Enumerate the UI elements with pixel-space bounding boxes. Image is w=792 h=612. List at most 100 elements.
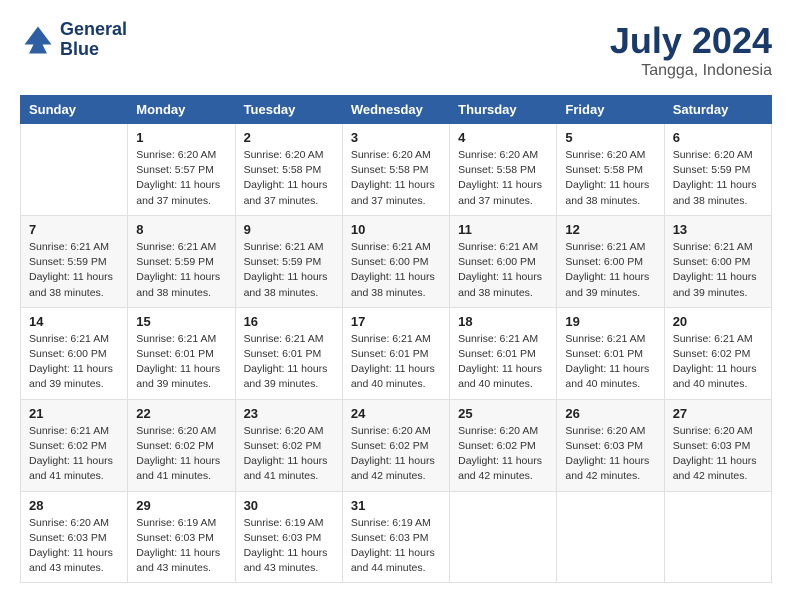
- day-number: 13: [673, 222, 763, 237]
- logo-line2: Blue: [60, 40, 127, 60]
- calendar-cell: 9Sunrise: 6:21 AM Sunset: 5:59 PM Daylig…: [235, 215, 342, 307]
- calendar-cell: 24Sunrise: 6:20 AM Sunset: 6:02 PM Dayli…: [342, 399, 449, 491]
- day-number: 18: [458, 314, 548, 329]
- calendar-cell: 3Sunrise: 6:20 AM Sunset: 5:58 PM Daylig…: [342, 124, 449, 216]
- day-info: Sunrise: 6:21 AM Sunset: 6:00 PM Dayligh…: [673, 240, 763, 301]
- calendar-cell: 14 Sunrise: 6:21 AM Sunset: 6:00 PM Dayli…: [21, 307, 128, 399]
- day-info: Sunrise: 6:21 AM Sunset: 6:01 PM Dayligh…: [565, 332, 655, 393]
- week-row-1: 1 Sunrise: 6:20 AM Sunset: 5:57 PM Daylig…: [21, 124, 772, 216]
- day-info: Sunrise: 6:20 AM Sunset: 5:58 PM Dayligh…: [244, 148, 334, 209]
- calendar-header: SundayMondayTuesdayWednesdayThursdayFrid…: [21, 96, 772, 124]
- day-number: 25: [458, 406, 548, 421]
- week-row-3: 14 Sunrise: 6:21 AM Sunset: 6:00 PM Dayli…: [21, 307, 772, 399]
- day-number: 24: [351, 406, 441, 421]
- header-day-tuesday: Tuesday: [235, 96, 342, 124]
- day-info: Sunrise: 6:19 AM Sunset: 6:03 PM Dayligh…: [136, 516, 226, 577]
- day-info: Sunrise: 6:21 AM Sunset: 5:59 PM Dayligh…: [244, 240, 334, 301]
- day-info: Sunrise: 6:19 AM Sunset: 6:03 PM Dayligh…: [351, 516, 441, 577]
- calendar-cell: 6 Sunrise: 6:20 AM Sunset: 5:59 PM Daylig…: [664, 124, 771, 216]
- header-day-sunday: Sunday: [21, 96, 128, 124]
- calendar-cell: 30 Sunrise: 6:19 AM Sunset: 6:03 PM Dayli…: [235, 491, 342, 583]
- header-day-friday: Friday: [557, 96, 664, 124]
- calendar-cell: 11 Sunrise: 6:21 AM Sunset: 6:00 PM Dayli…: [450, 215, 557, 307]
- calendar-cell: 7 Sunrise: 6:21 AM Sunset: 5:59 PM Daylig…: [21, 215, 128, 307]
- calendar-cell: 4Sunrise: 6:20 AM Sunset: 5:58 PM Daylig…: [450, 124, 557, 216]
- week-row-4: 21 Sunrise: 6:21 AM Sunset: 6:02 PM Dayli…: [21, 399, 772, 491]
- day-info: Sunrise: 6:20 AM Sunset: 5:59 PM Dayligh…: [673, 148, 763, 209]
- day-info: Sunrise: 6:21 AM Sunset: 5:59 PM Dayligh…: [136, 240, 226, 301]
- calendar-cell: [450, 491, 557, 583]
- day-info: Sunrise: 6:20 AM Sunset: 6:03 PM Dayligh…: [565, 424, 655, 485]
- calendar-cell: 27 Sunrise: 6:20 AM Sunset: 6:03 PM Dayli…: [664, 399, 771, 491]
- day-number: 27: [673, 406, 763, 421]
- day-number: 26: [565, 406, 655, 421]
- day-number: 29: [136, 498, 226, 513]
- day-number: 15: [136, 314, 226, 329]
- calendar-cell: 12 Sunrise: 6:21 AM Sunset: 6:00 PM Dayli…: [557, 215, 664, 307]
- week-row-5: 28Sunrise: 6:20 AM Sunset: 6:03 PM Dayli…: [21, 491, 772, 583]
- day-number: 17: [351, 314, 441, 329]
- logo: General Blue: [20, 20, 127, 60]
- day-number: 7: [29, 222, 119, 237]
- week-row-2: 7 Sunrise: 6:21 AM Sunset: 5:59 PM Daylig…: [21, 215, 772, 307]
- calendar-cell: 10Sunrise: 6:21 AM Sunset: 6:00 PM Dayli…: [342, 215, 449, 307]
- day-number: 14: [29, 314, 119, 329]
- day-number: 16: [244, 314, 334, 329]
- logo-text: General Blue: [60, 20, 127, 60]
- day-info: Sunrise: 6:20 AM Sunset: 6:02 PM Dayligh…: [136, 424, 226, 485]
- day-info: Sunrise: 6:21 AM Sunset: 6:02 PM Dayligh…: [673, 332, 763, 393]
- day-info: Sunrise: 6:21 AM Sunset: 6:00 PM Dayligh…: [29, 332, 119, 393]
- day-number: 1: [136, 130, 226, 145]
- day-info: Sunrise: 6:21 AM Sunset: 6:01 PM Dayligh…: [458, 332, 548, 393]
- day-number: 12: [565, 222, 655, 237]
- day-info: Sunrise: 6:20 AM Sunset: 5:58 PM Dayligh…: [565, 148, 655, 209]
- calendar-cell: 2 Sunrise: 6:20 AM Sunset: 5:58 PM Daylig…: [235, 124, 342, 216]
- logo-line1: General: [60, 20, 127, 40]
- day-number: 31: [351, 498, 441, 513]
- header-day-monday: Monday: [128, 96, 235, 124]
- calendar-cell: 17Sunrise: 6:21 AM Sunset: 6:01 PM Dayli…: [342, 307, 449, 399]
- calendar-cell: [664, 491, 771, 583]
- day-number: 8: [136, 222, 226, 237]
- logo-icon: [20, 22, 56, 58]
- day-info: Sunrise: 6:21 AM Sunset: 6:01 PM Dayligh…: [244, 332, 334, 393]
- calendar-cell: 5 Sunrise: 6:20 AM Sunset: 5:58 PM Daylig…: [557, 124, 664, 216]
- day-info: Sunrise: 6:21 AM Sunset: 6:00 PM Dayligh…: [458, 240, 548, 301]
- day-number: 2: [244, 130, 334, 145]
- calendar-cell: 26 Sunrise: 6:20 AM Sunset: 6:03 PM Dayli…: [557, 399, 664, 491]
- header-row: SundayMondayTuesdayWednesdayThursdayFrid…: [21, 96, 772, 124]
- calendar-body: 1 Sunrise: 6:20 AM Sunset: 5:57 PM Daylig…: [21, 124, 772, 583]
- month-title: July 2024: [610, 20, 772, 62]
- calendar-cell: [21, 124, 128, 216]
- day-number: 23: [244, 406, 334, 421]
- day-info: Sunrise: 6:20 AM Sunset: 6:02 PM Dayligh…: [458, 424, 548, 485]
- page-header: General Blue July 2024 Tangga, Indonesia: [20, 20, 772, 80]
- day-number: 6: [673, 130, 763, 145]
- day-info: Sunrise: 6:21 AM Sunset: 6:00 PM Dayligh…: [565, 240, 655, 301]
- day-number: 3: [351, 130, 441, 145]
- calendar-cell: 8 Sunrise: 6:21 AM Sunset: 5:59 PM Daylig…: [128, 215, 235, 307]
- day-info: Sunrise: 6:20 AM Sunset: 6:02 PM Dayligh…: [244, 424, 334, 485]
- calendar-cell: 28Sunrise: 6:20 AM Sunset: 6:03 PM Dayli…: [21, 491, 128, 583]
- calendar-cell: 23 Sunrise: 6:20 AM Sunset: 6:02 PM Dayli…: [235, 399, 342, 491]
- day-info: Sunrise: 6:21 AM Sunset: 5:59 PM Dayligh…: [29, 240, 119, 301]
- day-number: 5: [565, 130, 655, 145]
- day-info: Sunrise: 6:21 AM Sunset: 6:02 PM Dayligh…: [29, 424, 119, 485]
- calendar-cell: [557, 491, 664, 583]
- calendar-cell: 13 Sunrise: 6:21 AM Sunset: 6:00 PM Dayli…: [664, 215, 771, 307]
- header-day-saturday: Saturday: [664, 96, 771, 124]
- day-number: 28: [29, 498, 119, 513]
- header-day-thursday: Thursday: [450, 96, 557, 124]
- day-number: 21: [29, 406, 119, 421]
- day-number: 10: [351, 222, 441, 237]
- calendar-cell: 22Sunrise: 6:20 AM Sunset: 6:02 PM Dayli…: [128, 399, 235, 491]
- day-number: 4: [458, 130, 548, 145]
- day-number: 30: [244, 498, 334, 513]
- calendar-table: SundayMondayTuesdayWednesdayThursdayFrid…: [20, 95, 772, 583]
- calendar-cell: 15Sunrise: 6:21 AM Sunset: 6:01 PM Dayli…: [128, 307, 235, 399]
- day-info: Sunrise: 6:20 AM Sunset: 6:03 PM Dayligh…: [673, 424, 763, 485]
- title-area: July 2024 Tangga, Indonesia: [610, 20, 772, 80]
- day-info: Sunrise: 6:20 AM Sunset: 5:57 PM Dayligh…: [136, 148, 226, 209]
- day-number: 11: [458, 222, 548, 237]
- day-info: Sunrise: 6:19 AM Sunset: 6:03 PM Dayligh…: [244, 516, 334, 577]
